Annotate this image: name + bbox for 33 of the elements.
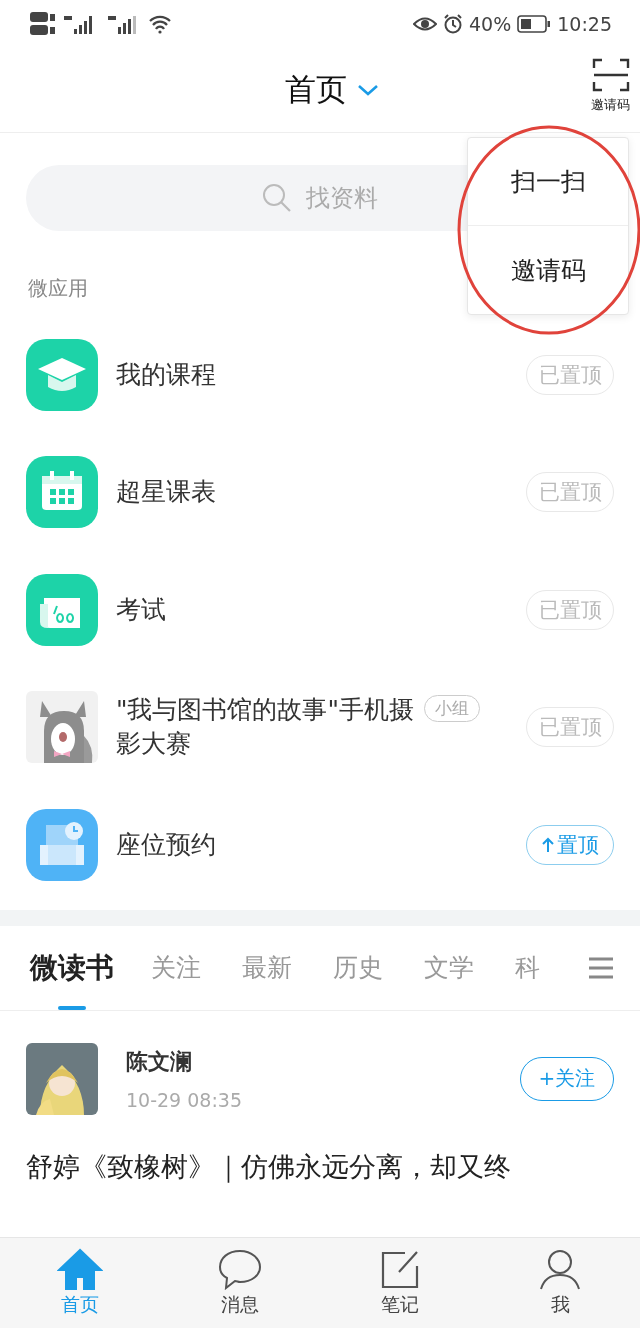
app-name[interactable]: 超星课表 [116, 475, 416, 510]
section-label: 微应用 [28, 275, 88, 302]
person-icon [537, 1248, 583, 1290]
post-time: 10-29 08:35 [126, 1088, 243, 1111]
scan-button[interactable]: 邀请码 [591, 58, 630, 114]
feed-tab[interactable]: 微读书 [30, 925, 114, 1010]
nav-tab[interactable]: 我 [480, 1238, 640, 1328]
alarm-icon [443, 14, 463, 34]
nav-tab[interactable]: 消息 [160, 1238, 320, 1328]
home-icon [57, 1248, 103, 1290]
chevron-down-icon[interactable] [357, 83, 379, 97]
sim-status-icon [30, 11, 58, 37]
author-name[interactable]: 陈文澜 [126, 1046, 520, 1077]
battery-icon [517, 15, 552, 33]
app-name[interactable]: "我与图书馆的故事"手机摄影大赛 [116, 693, 416, 762]
armchair-clock-icon[interactable] [26, 808, 98, 881]
page-title[interactable]: 首页 [285, 69, 347, 111]
clock-time: 10:25 [557, 13, 612, 35]
eye-icon [413, 16, 437, 32]
app-name[interactable]: 考试 [116, 592, 416, 627]
post-title[interactable]: 舒婷《致橡树》｜仿佛永远分离，却又终 [26, 1148, 614, 1185]
battery-percent: 40% [469, 13, 512, 35]
nav-tab[interactable]: 笔记 [320, 1238, 480, 1328]
menu-item[interactable]: 扫一扫 [468, 138, 628, 226]
search-icon [262, 183, 292, 213]
app-name[interactable]: 座位预约 [116, 827, 416, 862]
chat-bubble-icon [217, 1248, 263, 1290]
arrow-up-icon [541, 836, 554, 853]
wifi-icon [148, 14, 172, 34]
graduation-cap-icon[interactable] [26, 338, 98, 411]
calendar-icon[interactable] [26, 456, 98, 529]
app-name[interactable]: 我的课程 [116, 357, 416, 392]
exam-paper-icon[interactable] [26, 573, 98, 646]
